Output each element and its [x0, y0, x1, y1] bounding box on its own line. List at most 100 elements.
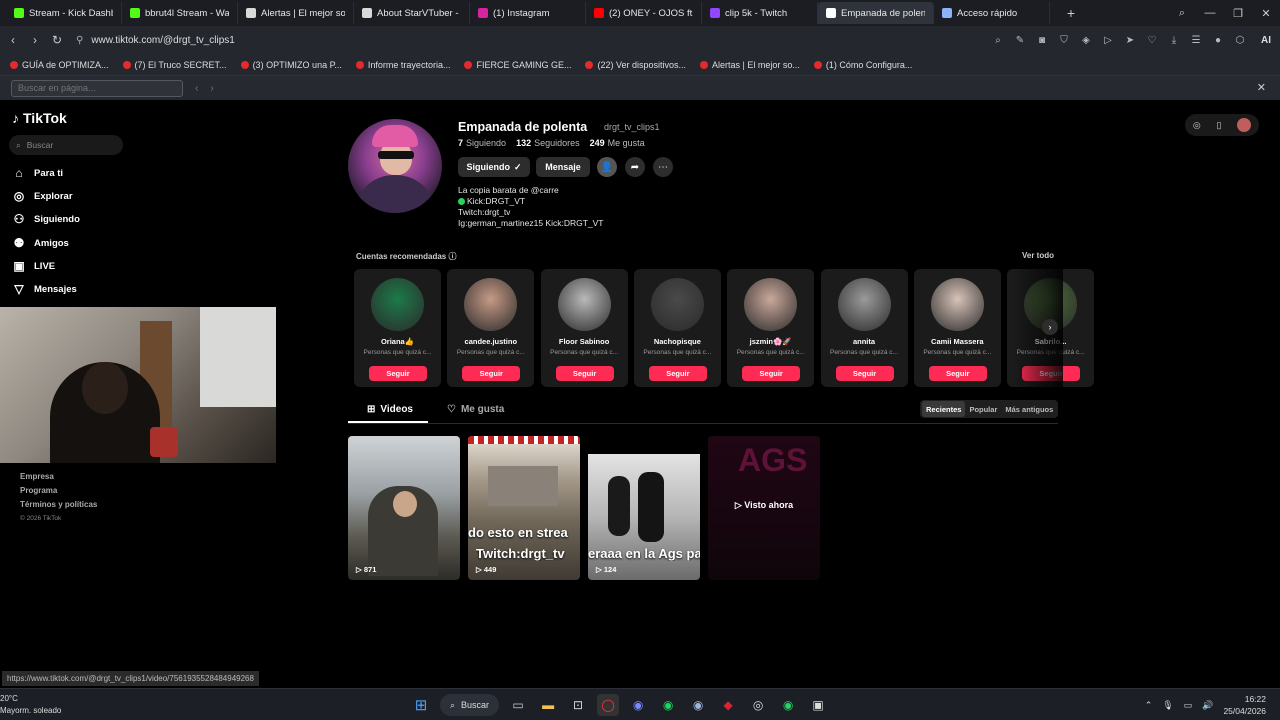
device-icon[interactable]: ▯ [1216, 120, 1221, 131]
forward-icon[interactable]: › [24, 33, 46, 47]
vpn-icon[interactable]: ◈ [1076, 35, 1096, 46]
follow-button[interactable]: Seguir [742, 366, 801, 381]
edit-icon[interactable]: ✎ [1010, 35, 1030, 46]
obs-icon[interactable]: ◎ [747, 694, 769, 716]
sidebar-item-mensajes[interactable]: ▽ Mensajes [12, 282, 76, 296]
sidebar-item-live[interactable]: ▣ LIVE [12, 259, 55, 273]
follow-button[interactable]: Seguir [648, 366, 707, 381]
tiktok-logo[interactable]: ♪ TikTok [12, 110, 67, 126]
epic-games-icon[interactable]: ▣ [807, 694, 829, 716]
recommended-card[interactable]: candee.justino Personas que quizá c... Seg… [447, 269, 535, 387]
find-previous-icon[interactable]: ‹ [195, 83, 198, 94]
tray-expand-icon[interactable]: ⌃ [1145, 700, 1153, 711]
discord-icon[interactable]: ◉ [627, 694, 649, 716]
recommended-name[interactable]: Floor Sabinoo [541, 337, 628, 346]
sidebar-search[interactable]: ⌕ Buscar [9, 135, 123, 155]
recommended-name[interactable]: Oriana👍 [354, 337, 441, 346]
find-in-page-input[interactable] [11, 79, 183, 97]
camera-icon[interactable]: ◙ [1032, 35, 1052, 46]
video-thumbnail-4[interactable]: AGS ▷ Visto ahora [708, 436, 820, 580]
menu-icon[interactable]: ☰ [1186, 35, 1206, 46]
recommended-name[interactable]: Nachopisque [634, 337, 721, 346]
reload-icon[interactable]: ↻ [46, 33, 68, 47]
recommended-card[interactable]: Floor Sabinoo Personas que quizá c... Segu… [540, 269, 628, 387]
sort-popular[interactable]: Popular [965, 401, 1001, 417]
store-icon[interactable]: ⊡ [567, 694, 589, 716]
play-icon[interactable]: ▷ [1098, 35, 1118, 46]
sidebar-item-amigos[interactable]: ⚉ Amigos [12, 236, 69, 250]
browser-tab-7[interactable]: clip 5k - Twitch [702, 2, 818, 24]
recommended-avatar[interactable] [744, 278, 798, 331]
sort-oldest[interactable]: Más antiguos [1001, 401, 1057, 417]
video-thumbnail-3[interactable]: eraaa en la Ags par ▷ 124 [588, 436, 700, 580]
sidebar-item-siguiendo[interactable]: ⚇ Siguiendo [12, 212, 80, 226]
stat-followers[interactable]: 132 Seguidores [516, 138, 580, 148]
tab-search-icon[interactable]: ⌕ [1168, 7, 1196, 20]
recommended-name[interactable]: annita [821, 337, 908, 346]
recommended-avatar[interactable] [930, 278, 984, 331]
maximize-icon[interactable]: ❐ [1224, 7, 1252, 20]
video-thumbnail-2[interactable]: do esto en strea Twitch:drgt_tv ▷ 449 [468, 436, 580, 580]
bookmark-4[interactable]: Informe trayectoria... [355, 60, 450, 70]
add-friend-icon[interactable]: 👤 [597, 157, 617, 177]
recommended-card[interactable]: jszmin🌸🚀 Personas que quizá c... Seguir [727, 269, 815, 387]
follow-button[interactable]: Seguir [462, 366, 521, 381]
find-next-icon[interactable]: › [210, 83, 213, 94]
more-options-icon[interactable]: ⋯ [653, 157, 673, 177]
windows-start-icon[interactable]: ⊞ [410, 694, 432, 716]
shield-icon[interactable]: ⛉ [1054, 35, 1074, 46]
ai-button[interactable]: AI [1252, 35, 1280, 46]
recommended-name[interactable]: Camii Massera [914, 337, 1001, 346]
bookmark-3[interactable]: (3) OPTIMIZO una P... [240, 60, 342, 70]
recommended-name[interactable]: candee.justino [447, 337, 534, 346]
browser-tab-5[interactable]: (1) Instagram [470, 2, 586, 24]
send-icon[interactable]: ➤ [1120, 35, 1140, 46]
follow-button[interactable]: Seguir [369, 366, 427, 381]
message-button[interactable]: Mensaje [536, 157, 590, 177]
recommended-name[interactable]: jszmin🌸🚀 [727, 337, 814, 346]
info-icon[interactable]: ⓘ [449, 252, 457, 261]
browser-tab-9[interactable]: Acceso rápido [934, 2, 1050, 24]
recommended-card[interactable]: annita Personas que quizá c... Seguir [820, 269, 908, 387]
profile-avatar[interactable] [348, 119, 442, 213]
bookmark-7[interactable]: Alertas | El mejor so... [700, 60, 800, 70]
sort-recent[interactable]: Recientes [922, 401, 966, 417]
sidebar-item-explorar[interactable]: ◎ Explorar [12, 189, 73, 203]
opera-icon[interactable]: ◯ [597, 694, 620, 716]
taskbar-search[interactable]: ⌕ Buscar [440, 694, 500, 716]
new-tab-button[interactable]: + [1060, 2, 1082, 24]
file-explorer-icon[interactable]: ▬ [537, 694, 559, 716]
network-icon[interactable]: ▭ [1184, 700, 1193, 711]
bookmark-2[interactable]: (7) El Truco SECRET... [122, 60, 227, 70]
recommended-avatar[interactable] [557, 278, 611, 331]
stat-following[interactable]: 7 Siguiendo [458, 138, 506, 148]
footer-link-programa[interactable]: Programa [20, 484, 97, 498]
download-icon[interactable]: ⤓ [1164, 35, 1184, 46]
browser-tab-2[interactable]: bbrut4l Stream - Watch Li [122, 2, 238, 24]
recommended-avatar[interactable] [837, 278, 891, 331]
browser-tab-1[interactable]: Stream - Kick Dashboard [6, 2, 122, 24]
following-button[interactable]: Siguiendo ✓ [458, 157, 530, 177]
extensions-icon[interactable]: ⬡ [1230, 35, 1250, 46]
bookmark-1[interactable]: GUÍA de OPTIMIZA... [10, 60, 109, 70]
mic-icon[interactable]: 🎙 [1162, 700, 1173, 711]
find-close-icon[interactable]: ✕ [1257, 81, 1266, 94]
follow-button[interactable]: Seguir [555, 366, 614, 381]
steam-icon[interactable]: ◉ [687, 694, 709, 716]
zoom-icon[interactable]: ⌕ [988, 35, 1008, 46]
recommended-avatar[interactable] [650, 278, 704, 331]
bookmark-8[interactable]: (1) Cómo Configura... [813, 60, 912, 70]
app-red-icon[interactable]: ◆ [717, 694, 739, 716]
profile-icon[interactable]: ● [1208, 35, 1228, 46]
browser-tab-6[interactable]: (2) ONEY - OJOS ft. Ta [586, 2, 702, 24]
whatsapp-icon[interactable]: ◉ [777, 694, 799, 716]
recommended-avatar[interactable] [371, 278, 424, 331]
site-info-icon[interactable]: ⚲ [76, 35, 83, 46]
tab-videos[interactable]: ⊞ Videos [367, 404, 413, 415]
recommended-card[interactable]: Nachopisque Personas que quizá c... Seguir [633, 269, 721, 387]
recommended-card[interactable]: Camii Massera Personas que quizá c... Segu… [913, 269, 1001, 387]
bookmark-5[interactable]: FIERCE GAMING GE... [464, 60, 571, 70]
footer-link-terminos[interactable]: Términos y políticas [20, 498, 97, 512]
video-thumbnail-1[interactable]: ▷ 871 [348, 436, 460, 580]
see-all-link[interactable]: Ver todo [1022, 251, 1054, 260]
